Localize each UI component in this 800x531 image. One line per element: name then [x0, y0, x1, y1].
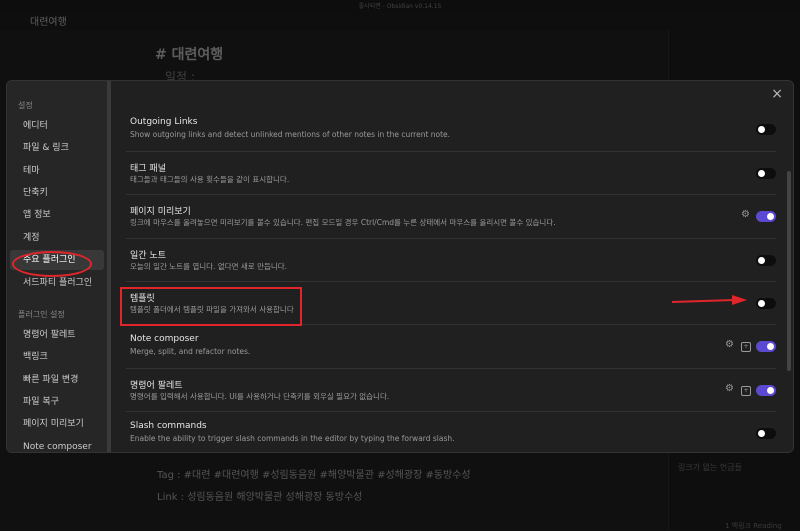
arrow-annotation-icon — [672, 295, 747, 305]
plugin-toggle[interactable] — [756, 428, 776, 439]
plugin-name: 명령어 팔레트 — [130, 381, 183, 391]
plugin-row: Outgoing Links Show outgoing links and de… — [126, 108, 776, 151]
plugin-row: Note composer Merge, split, and refactor … — [126, 324, 776, 368]
sidebar-item[interactable]: 페이지 미리보기 — [10, 414, 104, 434]
sidebar-item[interactable]: 계정 — [10, 228, 104, 248]
sidebar-item[interactable]: 빠른 파일 변경 — [10, 370, 104, 390]
plugin-toggle[interactable] — [756, 255, 776, 266]
plugin-name: Note composer — [130, 334, 199, 344]
sidebar-item[interactable]: 테마 — [10, 161, 104, 181]
plugin-description: Merge, split, and refactor notes. — [130, 347, 251, 356]
plugin-name: Slash commands — [130, 421, 207, 431]
plugin-toggle[interactable] — [756, 124, 776, 135]
plugin-toggle[interactable] — [756, 211, 776, 222]
close-icon[interactable]: × — [771, 86, 783, 102]
plugin-row: 명령어 팔레트 명령어를 입력해서 사용합니다. UI를 사용하거나 단축키를 외… — [126, 368, 776, 412]
sidebar-item[interactable]: 앱 정보 — [10, 205, 104, 225]
plugin-toggle[interactable] — [756, 168, 776, 179]
plugin-name: 페이지 미리보기 — [130, 207, 191, 217]
hotkey-icon[interactable]: + — [741, 342, 751, 352]
sidebar-item[interactable]: 에디터 — [10, 116, 104, 136]
sidebar-item[interactable]: 파일 복구 — [10, 392, 104, 412]
hotkey-icon[interactable]: + — [741, 386, 751, 396]
gear-icon[interactable]: ⚙ — [725, 383, 734, 394]
plugin-row: 태그 패널 태그들과 태그들의 사용 횟수들을 같이 표시합니다. — [126, 151, 776, 195]
plugin-description: Show outgoing links and detect unlinked … — [130, 130, 451, 139]
settings-section-header: 설정 — [18, 101, 33, 110]
plugin-toggle[interactable] — [756, 341, 776, 352]
plugin-row: 페이지 미리보기 링크에 마우스를 올려놓으면 미리보기를 볼수 있습니다. 편집… — [126, 194, 776, 238]
plugin-description: 명령어를 입력해서 사용합니다. UI를 사용하거나 단축키를 외우실 필요가 … — [130, 392, 390, 401]
plugin-name: Outgoing Links — [130, 117, 198, 127]
sidebar-item[interactable]: 단축키 — [10, 183, 104, 203]
sidebar-item[interactable]: 명령어 팔레트 — [10, 325, 104, 345]
settings-section-header: 플러그인 설정 — [18, 310, 65, 319]
content-scrollbar[interactable] — [787, 171, 791, 371]
sidebar-item[interactable]: 파일 & 링크 — [10, 138, 104, 158]
plugin-row: 일간 노트 오늘의 일간 노트를 엽니다. 없다면 새로 만듭니다. — [126, 238, 776, 282]
settings-modal: 설정 에디터 파일 & 링크 테마 단축키 앱 정보 계정 주요 플러그인 서드파티 플러그인 플… — [6, 80, 794, 453]
plugin-description: 오늘의 일간 노트를 엽니다. 없다면 새로 만듭니다. — [130, 262, 288, 271]
plugin-row: Slash commands Enable the ability to trig… — [126, 411, 776, 452]
gear-icon[interactable]: ⚙ — [725, 339, 734, 350]
sidebar-item[interactable]: Note composer — [10, 437, 104, 452]
plugin-name: 일간 노트 — [130, 251, 166, 261]
plugin-name: 태그 패널 — [130, 164, 166, 174]
core-plugins-panel: Outgoing Links Show outgoing links and de… — [111, 81, 793, 452]
gear-icon[interactable]: ⚙ — [741, 209, 750, 220]
sidebar-item[interactable]: 백링크 — [10, 347, 104, 367]
highlight-oval-annotation — [12, 251, 92, 277]
plugin-description: 링크에 마우스를 올려놓으면 미리보기를 볼수 있습니다. 편집 모드일 경우 … — [130, 218, 556, 227]
plugin-description: 태그들과 태그들의 사용 횟수들을 같이 표시합니다. — [130, 175, 290, 184]
highlight-box-annotation — [120, 287, 302, 326]
plugin-toggle[interactable] — [756, 298, 776, 309]
plugin-toggle[interactable] — [756, 385, 776, 396]
plugin-description: Enable the ability to trigger slash comm… — [130, 434, 455, 443]
